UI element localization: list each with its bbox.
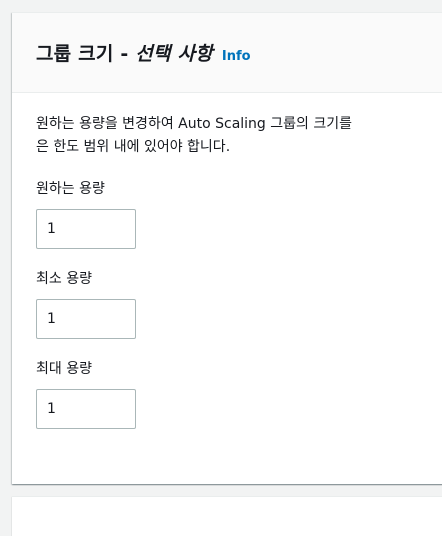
panel-header: 그룹 크기 - 선택 사항 Info [12,13,442,93]
panel-title: 그룹 크기 - 선택 사항 [36,43,213,65]
desired-capacity-label: 원하는 용량 [36,181,105,197]
min-capacity-field: 최소 용량 [36,269,442,339]
next-panel [12,496,442,536]
min-capacity-input[interactable] [36,299,136,339]
description-line-1: 원하는 용량을 변경하여 Auto Scaling 그룹의 크기를 [36,116,352,132]
max-capacity-field: 최대 용량 [36,359,442,429]
panel-title-prefix: 그룹 크기 - [36,43,136,65]
info-link[interactable]: Info [222,49,251,64]
desired-capacity-field: 원하는 용량 [36,179,442,249]
min-capacity-label: 최소 용량 [36,271,92,287]
panel-title-optional: 선택 사항 [135,43,213,65]
max-capacity-input[interactable] [36,389,136,429]
description-line-2: 은 한도 범위 내에 있어야 합니다. [36,139,231,155]
panel-description: 원하는 용량을 변경하여 Auto Scaling 그룹의 크기를 은 한도 범… [36,113,442,159]
max-capacity-label: 최대 용량 [36,361,92,377]
panel-body: 원하는 용량을 변경하여 Auto Scaling 그룹의 크기를 은 한도 범… [12,93,442,429]
desired-capacity-input[interactable] [36,209,136,249]
group-size-panel: 그룹 크기 - 선택 사항 Info 원하는 용량을 변경하여 Auto Sca… [12,12,442,484]
